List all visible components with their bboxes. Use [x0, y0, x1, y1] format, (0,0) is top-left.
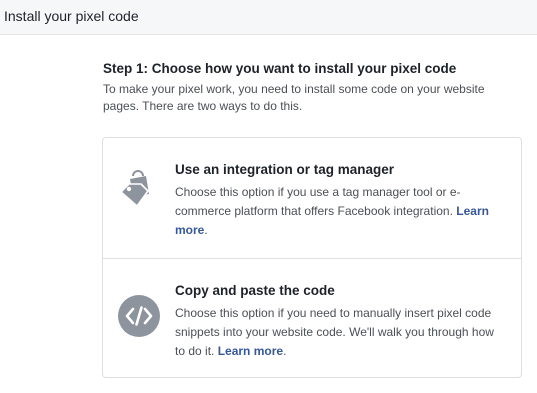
option-copy-paste[interactable]: Copy and paste the code Choose this opti… [103, 258, 521, 378]
page-header: Install your pixel code [0, 0, 537, 35]
option-integration-text: Choose this option if you use a tag mana… [175, 185, 461, 218]
option-copy-paste-description: Choose this option if you need to manual… [175, 304, 505, 361]
option-integration-suffix: . [204, 223, 208, 237]
option-copy-paste-suffix: . [283, 344, 287, 358]
learn-more-link-copy-paste[interactable]: Learn more [218, 344, 283, 358]
option-integration-description: Choose this option if you use a tag mana… [175, 183, 505, 240]
step-description: To make your pixel work, you need to ins… [103, 82, 485, 113]
install-options-card: Use an integration or tag manager Choose… [102, 137, 522, 378]
page-title: Install your pixel code [4, 8, 139, 24]
option-integration[interactable]: Use an integration or tag manager Choose… [103, 138, 521, 258]
tags-shopping-bag-icon [117, 168, 161, 212]
option-integration-title: Use an integration or tag manager [175, 162, 395, 177]
option-copy-paste-title: Copy and paste the code [175, 283, 335, 298]
code-brackets-icon [117, 294, 161, 338]
step-title: Step 1: Choose how you want to install y… [103, 61, 457, 76]
